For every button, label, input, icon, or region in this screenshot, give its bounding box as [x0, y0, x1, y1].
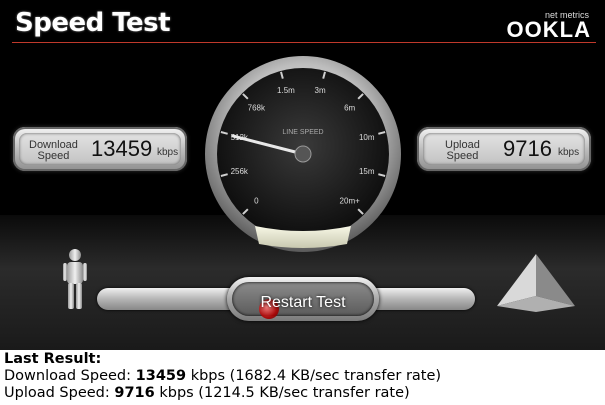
gauge-tick-label: 256k	[231, 167, 249, 176]
ookla-logo: net metrics OOKLA	[506, 10, 591, 42]
download-result-line: Download Speed: 13459 kbps (1682.4 KB/se…	[4, 368, 441, 385]
gauge-label: LINE SPEED	[282, 129, 323, 136]
upload-unit: kbps	[558, 147, 580, 158]
download-result-value: 13459	[135, 368, 187, 384]
download-panel-inner: Download Speed 13459 kbps	[19, 133, 181, 165]
brand-logo-text: OOKLA	[506, 17, 591, 42]
upload-value: 9716	[503, 136, 552, 161]
restart-button-face: Restart Test	[232, 282, 374, 319]
upload-result-line: Upload Speed: 9716 kbps (1214.5 KB/sec t…	[4, 385, 441, 402]
gauge-tick-label: 0	[254, 197, 259, 206]
upload-label: Upload Speed	[445, 140, 480, 162]
gauge-tick-label: 15m	[359, 167, 375, 176]
upload-result-value: 9716	[114, 385, 155, 401]
download-result-prefix: Download Speed:	[4, 368, 136, 384]
upload-result-prefix: Upload Speed:	[4, 385, 115, 401]
upload-panel-inner: Upload Speed 9716 kbps	[423, 133, 585, 165]
app-title: Speed Test	[15, 8, 171, 38]
gauge-tick-label: 10m	[359, 133, 375, 142]
gauge-tick-label: 3m	[315, 86, 326, 95]
gauge-tick-label: 768k	[248, 103, 266, 112]
download-result-suffix: kbps (1682.4 KB/sec transfer rate)	[186, 368, 442, 384]
download-unit: kbps	[157, 147, 179, 158]
last-result-panel: Last Result: Download Speed: 13459 kbps …	[4, 351, 441, 402]
upload-label-line2: Speed	[446, 150, 479, 162]
speed-gauge: 0256k512k768k1.5m3m6m10m15m20m+ LINE SPE…	[203, 54, 403, 254]
gauge-svg: 0256k512k768k1.5m3m6m10m15m20m+ LINE SPE…	[205, 56, 401, 252]
upload-result-suffix: kbps (1214.5 KB/sec transfer rate)	[154, 385, 410, 401]
last-result-heading: Last Result:	[4, 351, 102, 367]
download-label: Download Speed	[29, 140, 78, 162]
header-divider	[12, 42, 596, 43]
restart-button-label: Restart Test	[260, 294, 346, 311]
gauge-tick-label: 20m+	[340, 197, 361, 206]
speedtest-app: Speed Test net metrics OOKLA 0 256k 768k…	[0, 0, 605, 350]
download-value: 13459	[91, 136, 153, 161]
gauge-tick-label: 6m	[344, 103, 355, 112]
download-speed-panel: Download Speed 13459 kbps	[13, 127, 187, 171]
gauge-hub	[294, 145, 312, 163]
upload-speed-panel: Upload Speed 9716 kbps	[417, 127, 591, 171]
user-icon	[63, 249, 87, 309]
download-label-line2: Speed	[37, 150, 70, 162]
restart-test-button[interactable]: Restart Test	[227, 277, 379, 321]
gauge-tick-label: 1.5m	[277, 86, 295, 95]
server-pyramid-icon	[497, 254, 575, 312]
